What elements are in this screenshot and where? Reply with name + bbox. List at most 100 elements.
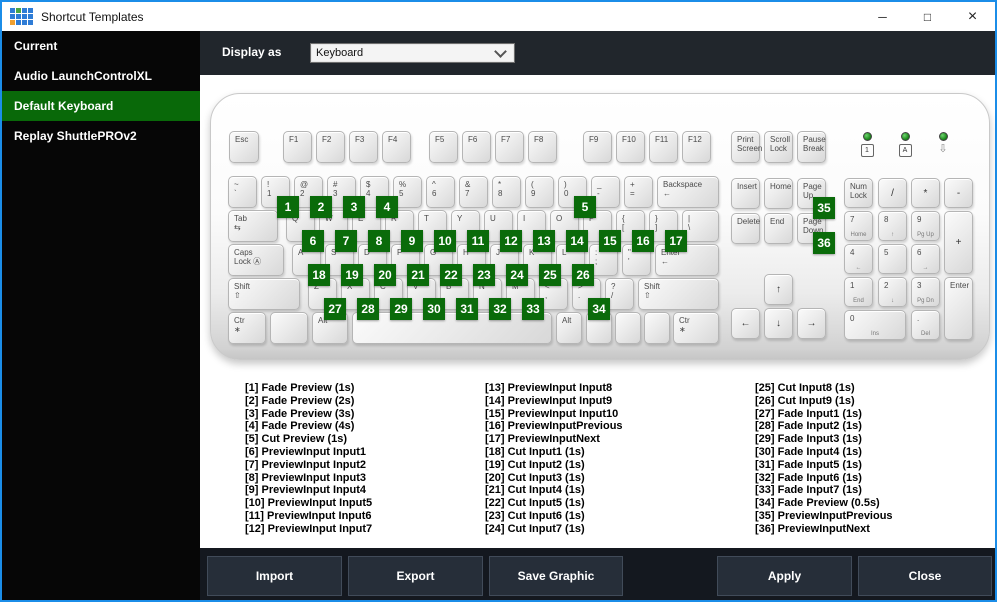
key-blank[interactable]: ~ ` — [228, 176, 257, 208]
key-label: . — [917, 314, 920, 323]
led-symbol: A — [898, 144, 912, 157]
export-button[interactable]: Export — [348, 556, 483, 596]
key-f12[interactable]: F12 — [682, 131, 711, 163]
key-shift[interactable]: Shift ⇧ — [638, 278, 719, 310]
key-label: F11 — [655, 135, 669, 144]
key-backspace[interactable]: Backspace ← — [657, 176, 719, 208]
key-home[interactable]: Home — [764, 178, 793, 209]
key-f5[interactable]: F5 — [429, 131, 458, 163]
key-1[interactable]: 1 End — [844, 277, 873, 307]
key-insert[interactable]: Insert — [731, 178, 760, 209]
led-dot-icon — [900, 132, 910, 141]
key-8[interactable]: * 8 — [492, 176, 521, 208]
maximize-button[interactable]: □ — [905, 2, 950, 31]
sidebar-item-replayshuttleprov2[interactable]: Replay ShuttlePROv2 — [2, 121, 200, 151]
key-enter[interactable]: Enter — [944, 277, 973, 340]
key-8[interactable]: 8 ↑ — [878, 211, 907, 241]
legend-item: [6] PreviewInput Input1 — [245, 445, 367, 458]
key-label: Enter — [950, 281, 970, 290]
key-label: Print — [737, 135, 754, 144]
key-blank[interactable] — [270, 312, 308, 344]
close-button[interactable]: × — [950, 2, 995, 31]
key-f11[interactable]: F11 — [649, 131, 678, 163]
key-blank[interactable]: ← — [731, 308, 760, 339]
key-f6[interactable]: F6 — [462, 131, 491, 163]
key-7[interactable]: & 7 — [459, 176, 488, 208]
key-f8[interactable]: F8 — [528, 131, 557, 163]
key-delete[interactable]: Delete — [731, 213, 760, 244]
key-blank[interactable]: * — [911, 178, 940, 208]
key-scrolllock[interactable]: Scroll Lock — [764, 131, 793, 163]
key-f7[interactable]: F7 — [495, 131, 524, 163]
legend-item: [2] Fade Preview (2s) — [245, 394, 355, 407]
key-blank[interactable]: + — [944, 211, 973, 274]
key-blank[interactable]: → — [797, 308, 826, 339]
key-blank[interactable]: . Del — [911, 310, 940, 340]
key-label: # — [333, 180, 338, 189]
legend-item: [21] Cut Input4 (1s) — [485, 484, 585, 497]
key-f1[interactable]: F1 — [283, 131, 312, 163]
legend-item: [35] PreviewInputPrevious — [755, 509, 893, 522]
key-blank[interactable] — [644, 312, 670, 344]
sidebar-item-audiolaunchcontrol[interactable]: Audio LaunchControlXL — [2, 61, 200, 91]
key-2[interactable]: 2 ↓ — [878, 277, 907, 307]
key-capslock[interactable]: Caps Lock Ⓐ — [228, 244, 284, 276]
savegraphic-button[interactable]: Save Graphic — [489, 556, 623, 596]
key-label: , — [545, 291, 548, 300]
key-4[interactable]: 4 ← — [844, 244, 873, 274]
shortcut-badge-16: 16 — [632, 230, 654, 252]
key-label: ⇆ — [234, 223, 241, 232]
minimize-button[interactable]: ─ — [860, 2, 905, 31]
key-blank[interactable]: / — [878, 178, 907, 208]
legend-item: [24] Cut Input7 (1s) — [485, 522, 585, 535]
close-button[interactable]: Close — [858, 556, 992, 596]
sidebar-item-current[interactable]: Current — [2, 31, 200, 61]
key-6[interactable]: ^ 6 — [426, 176, 455, 208]
footer-bar: Import Export Save Graphic Apply Close — [200, 548, 995, 600]
key-alt[interactable]: Alt — [556, 312, 582, 344]
window-title: Shortcut Templates — [41, 9, 144, 24]
key-label: - — [956, 187, 961, 199]
key-f2[interactable]: F2 — [316, 131, 345, 163]
key-pausebreak[interactable]: Pause Break — [797, 131, 826, 163]
shortcut-badge-17: 17 — [665, 230, 687, 252]
key-ctr[interactable]: Ctr ∗ — [673, 312, 719, 344]
key-f10[interactable]: F10 — [616, 131, 645, 163]
key-3[interactable]: 3 Pg Dn — [911, 277, 940, 307]
key-f3[interactable]: F3 — [349, 131, 378, 163]
key-blank[interactable]: ↓ — [764, 308, 793, 339]
key-9[interactable]: (9 — [525, 176, 554, 208]
key-tab[interactable]: Tab ⇆ — [228, 210, 278, 242]
import-button[interactable]: Import — [207, 556, 342, 596]
key-5[interactable]: 5 — [878, 244, 907, 274]
key-printscreen[interactable]: Print Screen — [731, 131, 762, 163]
key-shift[interactable]: Shift ⇧ — [228, 278, 300, 310]
key-label: \ — [688, 223, 691, 232]
key-blank[interactable] — [615, 312, 641, 344]
key-6[interactable]: 6 → — [911, 244, 940, 274]
key-blank[interactable]: - — [944, 178, 973, 208]
key-label: Esc — [235, 135, 249, 144]
key-esc[interactable]: Esc — [229, 131, 259, 163]
key-ctr[interactable]: Ctr ∗ — [228, 312, 266, 344]
key-0[interactable]: 0 Ins — [844, 310, 906, 340]
led-dot-icon — [938, 132, 948, 141]
key-label: 1 — [850, 281, 855, 290]
key-f9[interactable]: F9 — [583, 131, 612, 163]
key-9[interactable]: 9 Pg Up — [911, 211, 940, 241]
legend-column-2: [13] PreviewInput Input8 [14] PreviewInpu… — [485, 382, 623, 536]
display-as-dropdown[interactable]: Keyboard — [310, 43, 515, 63]
shortcut-badge-28: 28 — [357, 298, 379, 320]
key-label: F5 — [435, 135, 445, 144]
key-7[interactable]: 7 Home — [844, 211, 873, 241]
key-blank[interactable]: ↑ — [764, 274, 793, 305]
key-numlock[interactable]: Num Lock — [844, 178, 873, 208]
sidebar-item-defaultkeyboard[interactable]: Default Keyboard — [2, 91, 200, 121]
key-end[interactable]: End — [764, 213, 793, 244]
key-f4[interactable]: F4 — [382, 131, 411, 163]
apply-button[interactable]: Apply — [717, 556, 852, 596]
key-sublabel: Pg Dn — [917, 298, 934, 304]
shortcut-badge-32: 32 — [489, 298, 511, 320]
key-blank[interactable]: | \ — [682, 210, 719, 242]
key-blank[interactable]: + = — [624, 176, 653, 208]
